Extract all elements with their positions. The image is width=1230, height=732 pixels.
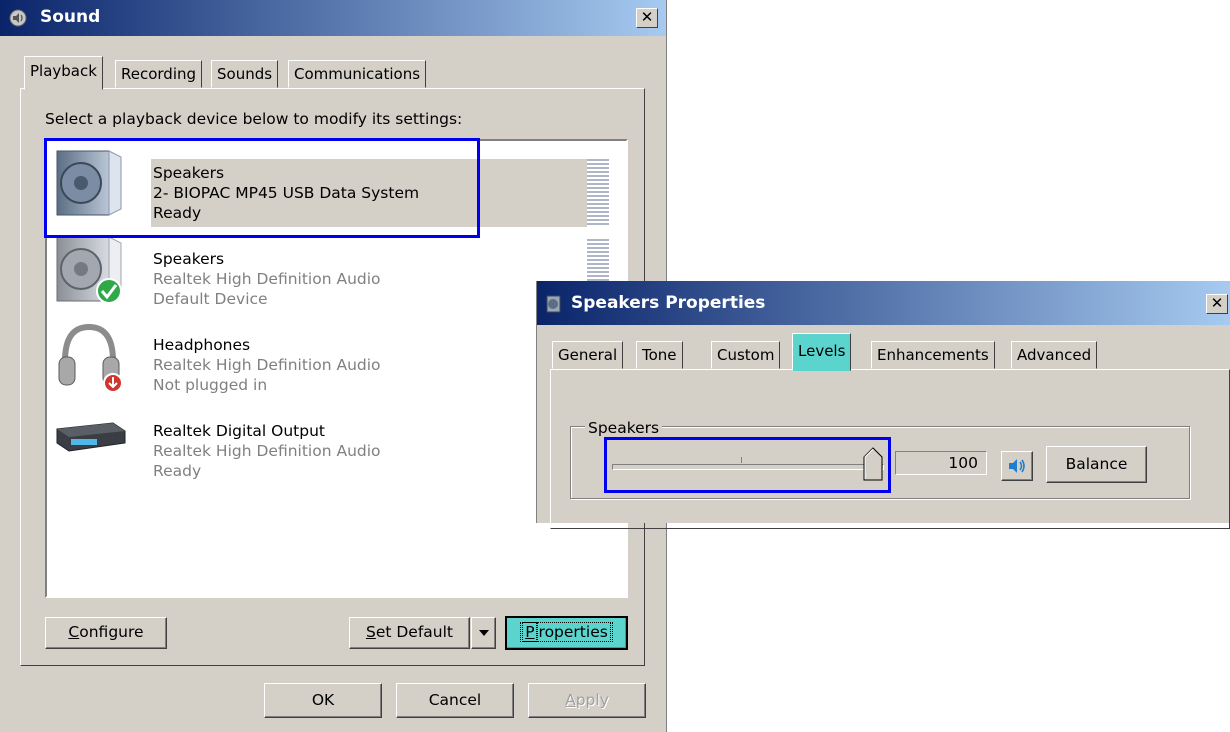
properties-label: Properties bbox=[520, 622, 613, 642]
speaker-default-icon bbox=[56, 236, 122, 304]
balance-button[interactable]: Balance bbox=[1046, 446, 1147, 483]
mute-button[interactable] bbox=[1001, 451, 1033, 481]
sound-window-title: Sound bbox=[40, 7, 101, 27]
device-text: Speakers 2- BIOPAC MP45 USB Data System … bbox=[153, 163, 419, 223]
close-icon: ✕ bbox=[1210, 294, 1224, 312]
device-text: Headphones Realtek High Definition Audio… bbox=[153, 335, 381, 395]
device-speakers-realtek[interactable]: Speakers Realtek High Definition Audio D… bbox=[47, 227, 609, 313]
set-default-dropdown[interactable] bbox=[471, 617, 496, 649]
device-text: Realtek Digital Output Realtek High Defi… bbox=[153, 421, 381, 481]
device-description: Realtek High Definition Audio bbox=[153, 356, 381, 374]
cancel-button[interactable]: Cancel bbox=[396, 683, 514, 718]
tab-tone-label: Tone bbox=[642, 346, 677, 364]
apply-button[interactable]: Apply bbox=[528, 683, 646, 718]
set-default-label: et Default bbox=[375, 623, 454, 641]
volume-icon bbox=[1009, 459, 1025, 473]
device-text: Speakers Realtek High Definition Audio D… bbox=[153, 249, 381, 309]
device-speakers-biopac[interactable]: Speakers 2- BIOPAC MP45 USB Data System … bbox=[47, 141, 609, 227]
close-icon: ✕ bbox=[640, 8, 654, 26]
volume-slider-track[interactable] bbox=[612, 464, 884, 470]
properties-window-title: Speakers Properties bbox=[571, 293, 766, 313]
device-digital-output[interactable]: Realtek Digital Output Realtek High Defi… bbox=[47, 399, 607, 485]
properties-rest: roperties bbox=[535, 622, 611, 642]
tab-enhancements[interactable]: Enhancements bbox=[871, 341, 995, 369]
device-name: Speakers bbox=[153, 164, 225, 182]
speaker-icon bbox=[56, 150, 122, 216]
tab-general[interactable]: General bbox=[552, 341, 624, 369]
tab-playback[interactable]: Playback bbox=[24, 56, 103, 90]
tab-tone[interactable]: Tone bbox=[636, 341, 683, 369]
properties-button[interactable]: Properties bbox=[505, 616, 628, 650]
chevron-down-icon bbox=[478, 630, 489, 636]
tab-general-label: General bbox=[558, 346, 618, 364]
properties-titlebar[interactable]: Speakers Properties ✕ bbox=[537, 281, 1230, 325]
device-description: Realtek High Definition Audio bbox=[153, 270, 381, 288]
tab-sounds[interactable]: Sounds bbox=[211, 60, 279, 88]
tab-recording[interactable]: Recording bbox=[115, 60, 203, 88]
volume-slider-thumb[interactable] bbox=[863, 447, 883, 481]
instruction-text: Select a playback device below to modify… bbox=[45, 110, 463, 128]
properties-hotkey: P bbox=[522, 622, 538, 642]
digital-output-icon bbox=[56, 422, 126, 452]
speakers-properties-dialog: Speakers Properties ✕ General Tone Custo… bbox=[536, 281, 1230, 529]
tab-playback-label: Playback bbox=[30, 62, 97, 80]
level-meter bbox=[587, 159, 609, 227]
device-status: Default Device bbox=[153, 290, 268, 308]
tab-levels[interactable]: Levels bbox=[792, 333, 852, 371]
properties-close-button[interactable]: ✕ bbox=[1206, 294, 1228, 314]
ok-label: OK bbox=[311, 691, 335, 709]
sound-titlebar[interactable]: Sound ✕ bbox=[0, 0, 666, 36]
tab-advanced[interactable]: Advanced bbox=[1011, 341, 1098, 369]
sound-close-button[interactable]: ✕ bbox=[636, 8, 658, 28]
tab-advanced-label: Advanced bbox=[1017, 346, 1092, 364]
tab-custom[interactable]: Custom bbox=[711, 341, 781, 369]
tab-communications-label: Communications bbox=[294, 65, 421, 83]
cancel-label: Cancel bbox=[428, 691, 482, 709]
configure-label: onfigure bbox=[79, 623, 144, 641]
tab-communications[interactable]: Communications bbox=[288, 60, 427, 88]
apply-hotkey: A bbox=[565, 691, 576, 709]
device-description: Realtek High Definition Audio bbox=[153, 442, 381, 460]
set-default-hotkey: S bbox=[365, 623, 376, 641]
slider-tick bbox=[741, 457, 742, 463]
device-status: Ready bbox=[153, 204, 202, 222]
sound-app-icon bbox=[9, 9, 27, 27]
speaker-app-icon bbox=[546, 295, 561, 313]
device-status: Ready bbox=[153, 462, 202, 480]
device-name: Speakers bbox=[153, 250, 225, 268]
configure-hotkey: C bbox=[68, 623, 80, 641]
device-name: Realtek Digital Output bbox=[153, 422, 325, 440]
set-default-button[interactable]: Set Default bbox=[349, 617, 470, 649]
device-description: 2- BIOPAC MP45 USB Data System bbox=[153, 184, 420, 202]
device-name: Headphones bbox=[153, 336, 251, 354]
device-status: Not plugged in bbox=[153, 376, 268, 394]
tab-sounds-label: Sounds bbox=[217, 65, 273, 83]
tab-custom-label: Custom bbox=[717, 346, 775, 364]
ok-button[interactable]: OK bbox=[264, 683, 382, 718]
volume-value-field[interactable]: 100 bbox=[895, 451, 987, 475]
tab-enhancements-label: Enhancements bbox=[877, 346, 989, 364]
group-label: Speakers bbox=[585, 419, 663, 437]
tab-recording-label: Recording bbox=[121, 65, 197, 83]
apply-label: pply bbox=[575, 691, 609, 709]
tab-levels-label: Levels bbox=[798, 342, 846, 360]
configure-button[interactable]: Configure bbox=[45, 617, 167, 649]
balance-label: Balance bbox=[1065, 455, 1128, 473]
headphones-icon bbox=[58, 323, 123, 393]
device-headphones[interactable]: Headphones Realtek High Definition Audio… bbox=[47, 313, 607, 399]
